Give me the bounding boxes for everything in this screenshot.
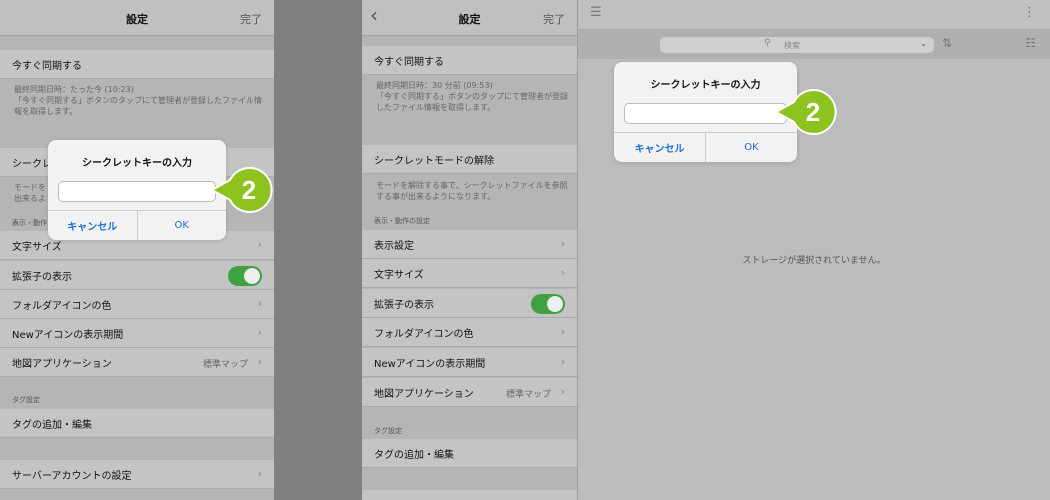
sync-now-label: 今すぐ同期する: [12, 60, 82, 72]
folder-color-label: フォルダアイコンの色: [374, 328, 474, 340]
dialog-buttons: キャンセル OK: [48, 210, 226, 240]
search-bar-row: ⚲ 検索 ⌄ ⇅ ☷: [578, 30, 1050, 59]
font-size-label: 文字サイズ: [374, 269, 424, 281]
map-app-label: 地図アプリケーション: [374, 388, 474, 400]
cancel-button[interactable]: キャンセル: [48, 211, 138, 240]
tag-add-row[interactable]: タグの追加・編集: [0, 409, 274, 438]
secret-mode-off-row[interactable]: シークレットモードの解除: [362, 145, 577, 174]
toggle-knob: [547, 296, 563, 312]
display-settings-label: 表示設定: [374, 240, 414, 252]
chevron-right-icon: ›: [257, 326, 262, 339]
callout-number: 2: [806, 97, 820, 127]
file-browser-panel: ☰ ⋮ ⚲ 検索 ⌄ ⇅ ☷ ストレージが選択されていません。 シークレットキー…: [578, 0, 1050, 500]
chevron-right-icon: ›: [257, 238, 262, 251]
sync-now-row[interactable]: 今すぐ同期する: [362, 46, 577, 75]
toggle-knob: [244, 268, 260, 284]
folder-color-row[interactable]: フォルダアイコンの色 ›: [362, 318, 577, 347]
step-callout-right: 2: [774, 89, 837, 135]
done-button[interactable]: 完了: [543, 11, 565, 27]
top-toolbar: ☰ ⋮: [578, 0, 1050, 30]
nav-bar: 設定 完了: [0, 0, 274, 36]
step-callout-left: 2: [210, 167, 273, 213]
show-extension-label: 拡張子の表示: [12, 271, 72, 283]
map-app-label: 地図アプリケーション: [12, 358, 112, 370]
secret-key-dialog: シークレットキーの入力 キャンセル OK: [48, 140, 226, 240]
section-tags-label: タグ設定: [374, 427, 402, 435]
search-placeholder: 検索: [784, 41, 800, 50]
dialog-title: シークレットキーの入力: [82, 158, 192, 169]
chevron-right-icon: ›: [257, 297, 262, 310]
secret-mode-label: シークレ: [12, 158, 52, 170]
new-icon-period-label: Newアイコンの表示期間: [12, 329, 124, 341]
done-button[interactable]: 完了: [240, 11, 262, 27]
next-row[interactable]: [362, 490, 577, 500]
chevron-right-icon: ›: [257, 467, 262, 480]
gap-background: [274, 0, 362, 500]
search-icon: ⚲: [764, 38, 771, 48]
empty-storage-message: ストレージが選択されていません。: [742, 256, 886, 266]
show-extension-row: 拡張子の表示: [362, 289, 577, 318]
secret-mode-off-label: シークレットモードの解除: [374, 155, 494, 167]
secret-key-input[interactable]: [58, 181, 216, 202]
show-extension-label: 拡張子の表示: [374, 299, 434, 311]
display-settings-row[interactable]: 表示設定 ›: [362, 230, 577, 259]
nav-bar: ‹ 設定 完了: [362, 0, 577, 36]
secret-key-dialog: シークレットキーの入力 キャンセル OK: [614, 62, 797, 162]
page-title: 設定: [126, 13, 148, 26]
chevron-right-icon: ›: [560, 266, 565, 279]
tag-add-label: タグの追加・編集: [374, 449, 454, 461]
font-size-row[interactable]: 文字サイズ ›: [362, 259, 577, 288]
chevron-right-icon: ›: [257, 355, 262, 368]
sync-now-label: 今すぐ同期する: [374, 56, 444, 68]
dialog-title: シークレットキーの入力: [650, 80, 761, 91]
show-extension-toggle[interactable]: [228, 266, 262, 286]
secret-description: モードを解除する事で、シークレットファイルを参照する事が出来るようになります。: [376, 181, 568, 201]
settings-panel-middle: ‹ 設定 完了 今すぐ同期する 最終同期日時：30 分前 (09:53) 「今す…: [362, 0, 577, 500]
sort-icon[interactable]: ⇅: [942, 36, 952, 50]
chevron-right-icon: ›: [560, 355, 565, 368]
sync-description: 最終同期日時：たった今 (10:23) 「今すぐ同期する」ボタンのタップにて管理…: [14, 85, 262, 116]
more-vertical-icon[interactable]: ⋮: [1023, 5, 1036, 20]
chevron-down-icon[interactable]: ⌄: [920, 39, 927, 48]
sync-description: 最終同期日時：30 分前 (09:53) 「今すぐ同期する」ボタンのタップにて管…: [376, 81, 568, 112]
tag-add-label: タグの追加・編集: [12, 419, 92, 431]
search-input[interactable]: ⚲ 検索 ⌄: [660, 37, 934, 53]
map-app-value: 標準マップ: [505, 390, 551, 400]
map-app-row[interactable]: 地図アプリケーション 標準マップ ›: [0, 348, 274, 377]
chevron-right-icon: ›: [560, 385, 565, 398]
tag-add-row[interactable]: タグの追加・編集: [362, 439, 577, 468]
callout-number: 2: [242, 175, 256, 205]
new-icon-period-row[interactable]: Newアイコンの表示期間 ›: [0, 319, 274, 348]
show-extension-toggle[interactable]: [531, 294, 565, 314]
section-display-label: 表示・動作の設定: [374, 217, 430, 225]
list-view-icon[interactable]: ☷: [1025, 36, 1036, 50]
new-icon-period-label: Newアイコンの表示期間: [374, 358, 486, 370]
map-app-row[interactable]: 地図アプリケーション 標準マップ ›: [362, 378, 577, 407]
sync-now-row[interactable]: 今すぐ同期する: [0, 50, 274, 79]
map-app-value: 標準マップ: [202, 360, 248, 370]
server-account-row[interactable]: サーバーアカウントの設定 ›: [0, 460, 274, 489]
folder-color-label: フォルダアイコンの色: [12, 300, 112, 312]
server-account-label: サーバーアカウントの設定: [12, 470, 132, 482]
folder-color-row[interactable]: フォルダアイコンの色 ›: [0, 290, 274, 319]
cancel-button[interactable]: キャンセル: [614, 133, 706, 162]
new-icon-period-row[interactable]: Newアイコンの表示期間 ›: [362, 348, 577, 377]
show-extension-row: 拡張子の表示: [0, 261, 274, 290]
dialog-buttons: キャンセル OK: [614, 132, 797, 162]
chevron-right-icon: ›: [560, 237, 565, 250]
chevron-right-icon: ›: [560, 325, 565, 338]
secret-key-input[interactable]: [624, 103, 787, 124]
settings-panel-left: 設定 完了 今すぐ同期する 最終同期日時：たった今 (10:23) 「今すぐ同期…: [0, 0, 274, 500]
section-display-label: 表示・動作: [12, 219, 47, 227]
section-tags-label: タグ設定: [12, 396, 40, 404]
menu-icon[interactable]: ☰: [590, 5, 602, 20]
